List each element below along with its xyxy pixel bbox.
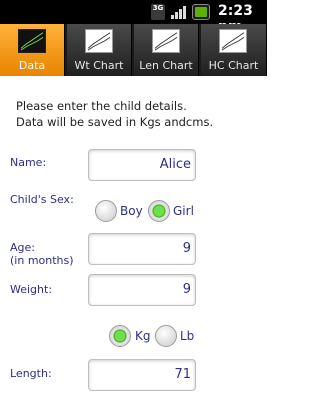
tab-label: Data [18, 59, 46, 72]
tab-len-chart[interactable]: Len Chart [134, 24, 199, 76]
status-bar: 3G 2:23 pm [0, 0, 267, 35]
unit-kg-label: Kg [135, 329, 151, 343]
unit-kg-radio[interactable] [109, 325, 131, 347]
age-label-line-2: (in months) [10, 254, 74, 267]
tab-label: Wt Chart [74, 59, 124, 72]
sex-girl-radio[interactable] [148, 200, 170, 222]
sex-boy-label: Boy [120, 204, 143, 218]
3g-icon: 3G [151, 4, 165, 20]
sex-girl-label: Girl [173, 204, 194, 218]
tab-label: HC Chart [208, 59, 259, 72]
age-label-line-1: Age: [10, 241, 35, 254]
chart-icon [219, 29, 247, 53]
age-label: Age: (in months) [10, 241, 74, 267]
name-field[interactable]: Alice [88, 149, 196, 181]
tab-bar: Data Wt Chart Len Chart HC Chart [0, 24, 267, 76]
tab-wt-chart[interactable]: Wt Chart [67, 24, 132, 76]
intro-text: Please enter the child details. Data wil… [16, 98, 261, 130]
unit-lb-radio[interactable] [155, 325, 177, 347]
unit-lb-label: Lb [180, 329, 195, 343]
length-field[interactable]: 71 [88, 359, 196, 391]
signal-icon [171, 6, 186, 19]
tab-hc-chart[interactable]: HC Chart [201, 24, 267, 76]
length-label: Length: [10, 367, 52, 380]
intro-line-2: Data will be saved in Kgs andcms. [16, 115, 214, 129]
tab-label: Len Chart [139, 59, 193, 72]
chart-icon [152, 29, 180, 53]
sex-boy-radio[interactable] [95, 200, 117, 222]
weight-field[interactable]: 9 [88, 274, 196, 306]
age-field[interactable]: 9 [88, 233, 196, 265]
sex-label: Child's Sex: [10, 193, 74, 206]
chart-icon [85, 29, 113, 53]
intro-line-1: Please enter the child details. [16, 99, 187, 113]
weight-label: Weight: [10, 283, 53, 296]
tab-data[interactable]: Data [0, 24, 65, 76]
battery-icon [192, 4, 210, 20]
name-label: Name: [10, 156, 47, 169]
chart-icon [18, 29, 46, 53]
